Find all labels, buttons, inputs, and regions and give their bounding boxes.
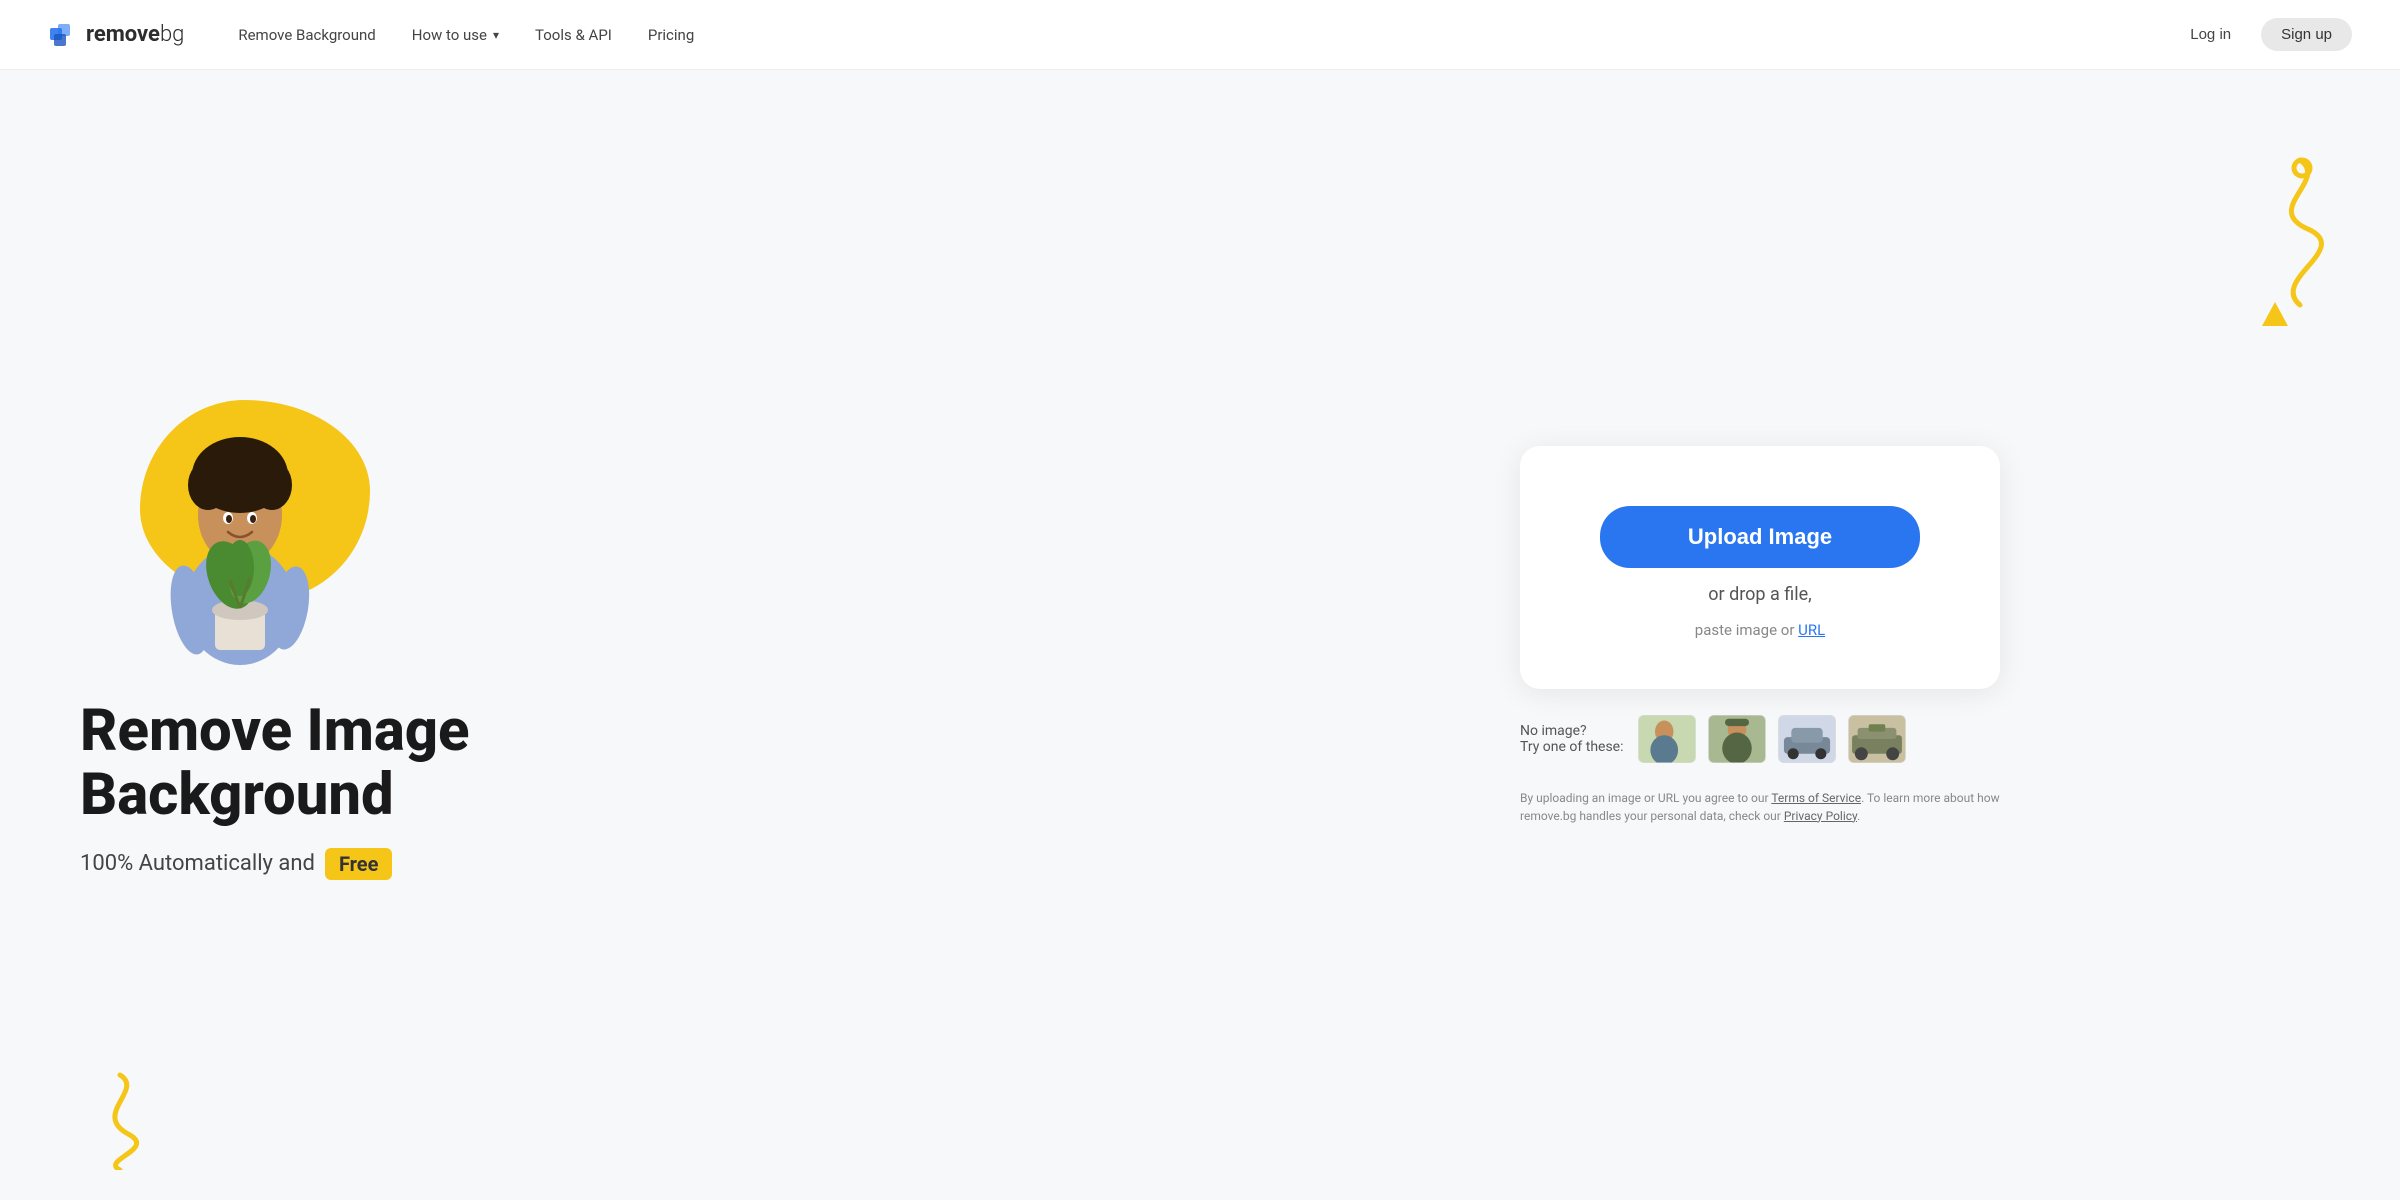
sample-thumb-soldier[interactable] xyxy=(1706,713,1768,765)
sample-thumb-vehicle[interactable] xyxy=(1846,713,1908,765)
upload-image-button[interactable]: Upload Image xyxy=(1600,506,1920,568)
paste-text: paste image or URL xyxy=(1695,621,1825,639)
nav-links: Remove Background How to use ▾ Tools & A… xyxy=(224,18,2172,52)
logo-text-bg: bg xyxy=(160,22,184,47)
logo-icon xyxy=(48,20,78,50)
hero-subtitle: 100% Automatically and Free xyxy=(80,848,1200,880)
privacy-link[interactable]: Privacy Policy xyxy=(1784,809,1857,823)
chevron-down-icon: ▾ xyxy=(493,28,499,42)
logo-text-remove: remove xyxy=(86,22,160,47)
sample-thumb-person[interactable] xyxy=(1636,713,1698,765)
deco-squiggle-bottom-icon xyxy=(80,1070,160,1170)
sample-label: No image? Try one of these: xyxy=(1520,723,1624,755)
hero-image-container xyxy=(80,390,420,670)
logo[interactable]: removebg xyxy=(48,20,184,50)
right-section: Upload Image or drop a file, paste image… xyxy=(1200,446,2320,825)
url-link[interactable]: URL xyxy=(1798,621,1825,639)
free-badge: Free xyxy=(325,848,392,880)
left-section: Remove Image Background 100% Automatical… xyxy=(80,390,1200,880)
nav-actions: Log in Sign up xyxy=(2172,18,2352,51)
sample-images xyxy=(1636,713,1908,765)
hero-person-image xyxy=(130,410,350,670)
drop-text: or drop a file, xyxy=(1708,584,1811,605)
nav-link-tools-api[interactable]: Tools & API xyxy=(521,18,626,52)
main-content: Remove Image Background 100% Automatical… xyxy=(0,70,2400,1200)
upload-card: Upload Image or drop a file, paste image… xyxy=(1520,446,2000,689)
hero-title: Remove Image Background xyxy=(80,700,560,828)
tos-link[interactable]: Terms of Service xyxy=(1771,791,1861,805)
deco-triangle-icon xyxy=(2260,300,2290,330)
sample-thumb-car[interactable] xyxy=(1776,713,1838,765)
navbar: removebg Remove Background How to use ▾ … xyxy=(0,0,2400,70)
nav-link-how-to-use[interactable]: How to use ▾ xyxy=(398,18,513,52)
person-illustration xyxy=(140,420,340,670)
terms-text: By uploading an image or URL you agree t… xyxy=(1520,789,2000,825)
nav-link-remove-background[interactable]: Remove Background xyxy=(224,18,389,52)
sample-row: No image? Try one of these: xyxy=(1520,713,2000,765)
login-button[interactable]: Log in xyxy=(2172,18,2249,51)
nav-link-pricing[interactable]: Pricing xyxy=(634,18,708,52)
deco-squiggle-top-icon xyxy=(2240,150,2340,310)
signup-button[interactable]: Sign up xyxy=(2261,18,2352,51)
